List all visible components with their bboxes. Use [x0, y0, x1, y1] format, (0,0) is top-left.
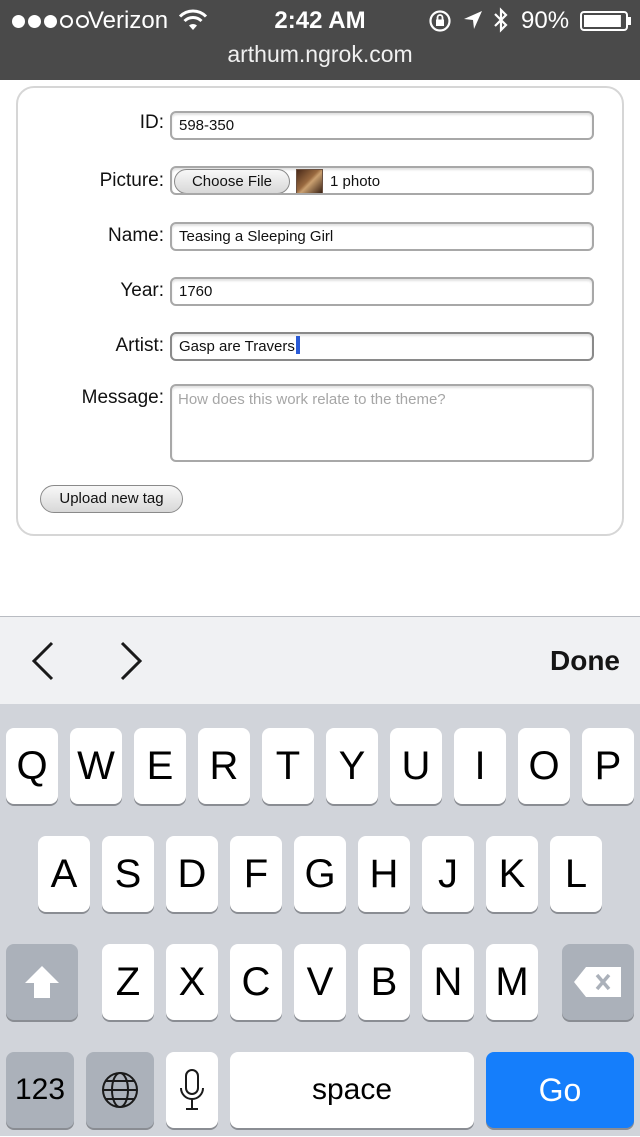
key-u[interactable]: U — [390, 728, 442, 804]
tag-form-card — [16, 86, 624, 536]
chevron-right-icon[interactable] — [114, 639, 148, 683]
id-label: ID: — [139, 112, 164, 133]
backspace-icon — [574, 967, 621, 997]
key-w[interactable]: W — [70, 728, 122, 804]
picture-label: Picture: — [99, 170, 164, 191]
battery-icon — [580, 11, 631, 31]
space-key[interactable]: space — [230, 1052, 474, 1128]
key-k[interactable]: K — [486, 836, 538, 912]
numbers-key[interactable]: 123 — [6, 1052, 74, 1128]
key-q[interactable]: Q — [6, 728, 58, 804]
name-label: Name: — [108, 225, 164, 246]
shift-icon — [25, 966, 59, 998]
address-bar-url[interactable]: arthum.ngrok.com — [0, 40, 640, 68]
id-field[interactable]: 598-350 — [170, 111, 594, 140]
key-b[interactable]: B — [358, 944, 410, 1020]
artist-field[interactable]: Gasp are Travers — [170, 332, 594, 361]
keyboard-accessory-bar: Done — [0, 616, 640, 704]
picture-file-input[interactable]: Choose File 1 photo — [170, 166, 594, 195]
shift-key[interactable] — [6, 944, 78, 1020]
dictation-key[interactable] — [166, 1052, 218, 1128]
text-caret — [295, 336, 300, 354]
photo-thumbnail — [296, 169, 323, 193]
chevron-left-icon[interactable] — [26, 639, 60, 683]
key-n[interactable]: N — [422, 944, 474, 1020]
key-h[interactable]: H — [358, 836, 410, 912]
artist-label: Artist: — [115, 335, 164, 356]
year-field[interactable]: 1760 — [170, 277, 594, 306]
go-key[interactable]: Go — [486, 1052, 634, 1128]
choose-file-button[interactable]: Choose File — [174, 169, 290, 193]
name-field[interactable]: Teasing a Sleeping Girl — [170, 222, 594, 251]
globe-key[interactable] — [86, 1052, 154, 1128]
bluetooth-icon — [494, 7, 508, 33]
key-x[interactable]: X — [166, 944, 218, 1020]
key-j[interactable]: J — [422, 836, 474, 912]
rotation-lock-icon — [429, 10, 451, 32]
key-o[interactable]: O — [518, 728, 570, 804]
message-textarea[interactable]: How does this work relate to the theme? — [170, 384, 594, 462]
message-label: Message: — [81, 387, 164, 408]
key-v[interactable]: V — [294, 944, 346, 1020]
battery-percent: 90% — [521, 7, 570, 34]
artist-field-text: Gasp are Travers — [179, 338, 295, 355]
year-label: Year: — [120, 280, 164, 301]
key-i[interactable]: I — [454, 728, 506, 804]
on-screen-keyboard: 123 space Go QWERTYUIOP ASDFGHJKL ZXCVBNM — [0, 704, 640, 1136]
status-bar: Verizon 2:42 AM 90% arthum.ngrok.com — [0, 0, 640, 80]
key-c[interactable]: C — [230, 944, 282, 1020]
key-p[interactable]: P — [582, 728, 634, 804]
key-f[interactable]: F — [230, 836, 282, 912]
microphone-icon — [180, 1069, 204, 1110]
key-r[interactable]: R — [198, 728, 250, 804]
key-e[interactable]: E — [134, 728, 186, 804]
upload-new-tag-button[interactable]: Upload new tag — [40, 485, 183, 513]
key-t[interactable]: T — [262, 728, 314, 804]
globe-icon — [102, 1072, 138, 1108]
location-arrow-icon — [464, 11, 482, 29]
key-y[interactable]: Y — [326, 728, 378, 804]
photo-count: 1 photo — [330, 173, 381, 190]
key-l[interactable]: L — [550, 836, 602, 912]
key-d[interactable]: D — [166, 836, 218, 912]
message-placeholder: How does this work relate to the theme? — [178, 391, 446, 408]
key-s[interactable]: S — [102, 836, 154, 912]
done-button[interactable]: Done — [550, 643, 620, 679]
key-m[interactable]: M — [486, 944, 538, 1020]
key-a[interactable]: A — [38, 836, 90, 912]
backspace-key[interactable] — [562, 944, 634, 1020]
key-g[interactable]: G — [294, 836, 346, 912]
key-z[interactable]: Z — [102, 944, 154, 1020]
